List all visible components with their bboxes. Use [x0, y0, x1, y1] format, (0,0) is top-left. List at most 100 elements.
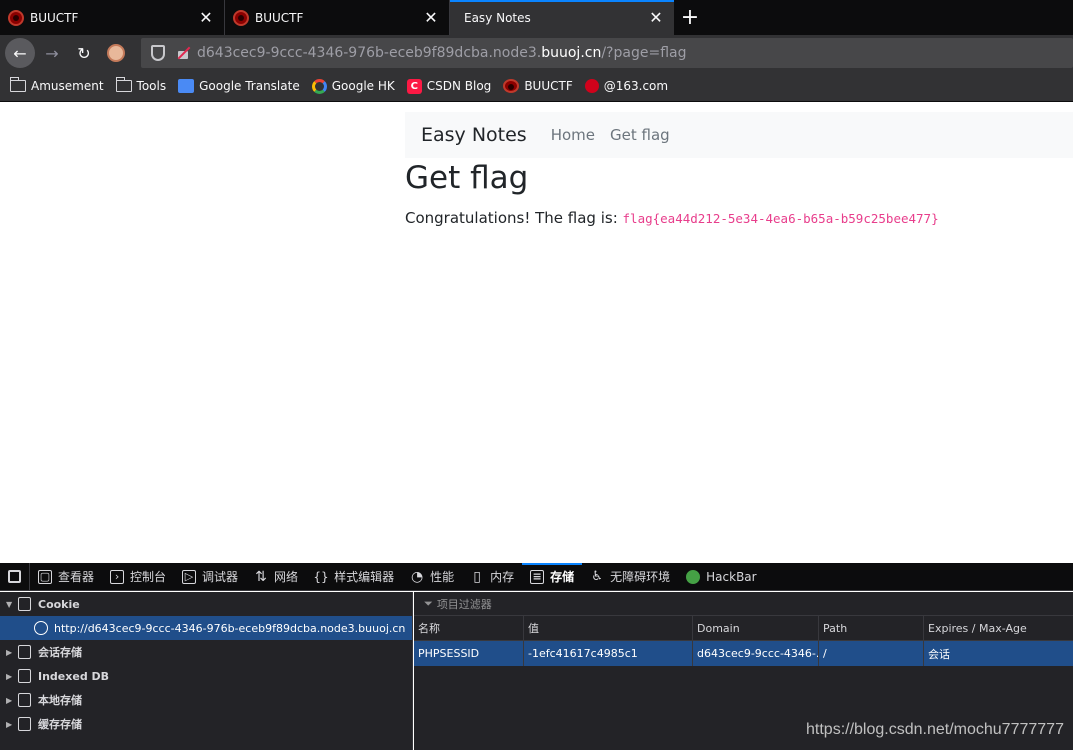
devtools-tab-memory[interactable]: ▯ 内存	[462, 563, 522, 591]
expanded-arrow-icon[interactable]: ▼	[6, 600, 16, 609]
devtools-tab-console[interactable]: › 控制台	[102, 563, 174, 591]
new-tab-icon[interactable]: +	[674, 0, 706, 35]
tab-title: BUUCTF	[255, 10, 304, 25]
filter-bar[interactable]: ⏷ 项目过滤器	[414, 592, 1073, 616]
devtools-tab-storage[interactable]: ≡ 存储	[522, 562, 583, 591]
devtools-tab-performance[interactable]: ◔ 性能	[402, 563, 462, 591]
filter-input[interactable]: 项目过滤器	[437, 596, 492, 612]
devtools-tab-hackbar[interactable]: HackBar	[678, 563, 764, 591]
tree-label: Cookie	[38, 597, 80, 611]
column-header[interactable]: 值	[524, 616, 693, 640]
bookmark-tools[interactable]: Tools	[115, 77, 167, 93]
tree-item-indexed-db[interactable]: ▶ Indexed DB	[0, 664, 412, 688]
tab-label: HackBar	[706, 569, 757, 584]
column-header[interactable]: 名称	[414, 616, 524, 640]
tree-item-cache-storage[interactable]: ▶ 缓存存储	[0, 712, 412, 736]
tree-label: 会话存储	[38, 646, 82, 659]
network-icon: ⇅	[255, 568, 267, 585]
tree-label: Indexed DB	[38, 669, 110, 683]
buuctf-icon	[8, 9, 24, 26]
column-header[interactable]: Expires / Max-Age	[924, 616, 1073, 640]
bookmark-label: Tools	[136, 79, 167, 93]
tab-label: 性能	[430, 570, 455, 584]
tab-label: 内存	[490, 570, 515, 584]
collapsed-arrow-icon[interactable]: ▶	[6, 672, 16, 681]
bookmark-label: Google Translate	[199, 79, 300, 93]
close-icon[interactable]: ✕	[648, 9, 664, 26]
storage-icon	[18, 669, 31, 683]
collapsed-arrow-icon[interactable]: ▶	[6, 720, 16, 729]
element-picker-icon[interactable]	[0, 562, 30, 591]
tree-item-session-storage[interactable]: ▶ 会话存储	[0, 640, 412, 664]
bookmark-google-translate[interactable]: Google Translate	[178, 79, 300, 93]
devtools-toolbar: ▢ 查看器 › 控制台 ▷ 调试器 ⇅ 网络 {} 样式编辑器 ◔ 性能 ▯ 内存 ≡ 存储 ♿…	[0, 562, 1073, 591]
cell-domain[interactable]: d643cec9-9ccc-4346-...	[693, 641, 819, 666]
bookmark-buuctf[interactable]: BUUCTF	[503, 79, 573, 93]
collapsed-arrow-icon[interactable]: ▶	[6, 696, 16, 705]
column-header[interactable]: Path	[819, 616, 924, 640]
bookmark-163[interactable]: @163.com	[584, 79, 668, 93]
url-prefix: d643cec9-9ccc-4346-976b-eceb9f89dcba.nod…	[197, 45, 542, 61]
console-icon: ›	[110, 569, 125, 584]
table-row[interactable]: PHPSESSID -1efc41617c4985c1 d643cec9-9cc…	[414, 641, 1073, 666]
bookmark-amusement[interactable]: Amusement	[10, 77, 104, 93]
tree-item-cookie[interactable]: ▼ Cookie	[0, 592, 412, 616]
cell-name[interactable]: PHPSESSID	[414, 641, 524, 666]
csdn-icon: C	[406, 78, 422, 94]
tree-label: 本地存储	[38, 694, 82, 707]
cell-value[interactable]: -1efc41617c4985c1	[524, 641, 693, 666]
close-icon[interactable]: ✕	[423, 9, 439, 26]
storage-sidebar: ▼ Cookie http://d643cec9-9ccc-4346-976b-e…	[0, 592, 413, 750]
devtools-tab-inspector[interactable]: ▢ 查看器	[30, 563, 102, 591]
storage-icon	[18, 645, 31, 659]
account-avatar[interactable]	[101, 38, 131, 68]
tab-label: 网络	[274, 570, 299, 584]
collapsed-arrow-icon[interactable]: ▶	[6, 648, 16, 657]
browser-tab[interactable]: BUUCTF ✕	[225, 0, 450, 35]
flag-message-text: Congratulations! The flag is:	[405, 209, 623, 227]
close-icon[interactable]: ✕	[198, 9, 214, 26]
tree-item-cookie-host[interactable]: http://d643cec9-9ccc-4346-976b-eceb9f89d…	[0, 616, 412, 640]
insecure-lock-icon[interactable]	[177, 46, 189, 60]
globe-icon	[34, 621, 48, 635]
bookmarks-bar: Amusement Tools Google Translate Google …	[0, 71, 1073, 102]
url-host: buuoj.cn	[541, 45, 602, 61]
tab-title: Easy Notes	[464, 10, 531, 25]
devtools-tab-style-editor[interactable]: {} 样式编辑器	[306, 563, 402, 591]
bookmark-google-hk[interactable]: Google HK	[311, 78, 395, 94]
tree-item-local-storage[interactable]: ▶ 本地存储	[0, 688, 412, 712]
debugger-icon: ▷	[182, 569, 197, 584]
performance-icon: ◔	[410, 568, 424, 585]
storage-icon: ≡	[530, 569, 545, 584]
bookmark-csdn[interactable]: C CSDN Blog	[406, 78, 492, 94]
tab-bar: BUUCTF ✕ BUUCTF ✕ Easy Notes ✕ +	[0, 0, 1073, 35]
buuctf-icon	[233, 9, 249, 26]
style-editor-icon: {}	[313, 569, 329, 584]
cell-expires[interactable]: 会话	[924, 641, 1073, 666]
bookmark-label: CSDN Blog	[426, 79, 492, 93]
nav-link-get-flag[interactable]: Get flag	[610, 126, 670, 144]
devtools-tab-debugger[interactable]: ▷ 调试器	[174, 563, 246, 591]
forward-icon[interactable]: →	[37, 38, 67, 68]
netease-icon	[584, 79, 599, 93]
flag-value: flag{ea44d212-5e34-4ea6-b65a-b59c25bee47…	[622, 211, 939, 226]
bookmark-label: Google HK	[331, 79, 395, 93]
nav-link-home[interactable]: Home	[551, 126, 595, 144]
page-title: Get flag	[405, 160, 529, 196]
address-bar[interactable]: d643cec9-9ccc-4346-976b-eceb9f89dcba.nod…	[141, 38, 1073, 68]
google-translate-icon	[178, 79, 195, 93]
reload-icon[interactable]: ↻	[69, 38, 99, 68]
devtools-tab-network[interactable]: ⇅ 网络	[246, 563, 306, 591]
column-header[interactable]: Domain	[693, 616, 819, 640]
browser-tab-active[interactable]: Easy Notes ✕	[450, 0, 674, 35]
back-icon[interactable]: ←	[5, 38, 35, 68]
inspector-icon: ▢	[38, 569, 52, 584]
devtools-tab-accessibility[interactable]: ♿ 无障碍环境	[582, 563, 678, 591]
tab-label: 存储	[550, 570, 575, 584]
browser-tab[interactable]: BUUCTF ✕	[0, 0, 225, 35]
site-navbar: Easy Notes Home Get flag	[405, 112, 1073, 158]
cell-path[interactable]: /	[819, 641, 924, 666]
shield-icon[interactable]	[151, 45, 165, 61]
tab-title: BUUCTF	[30, 10, 79, 25]
site-brand[interactable]: Easy Notes	[421, 124, 527, 146]
